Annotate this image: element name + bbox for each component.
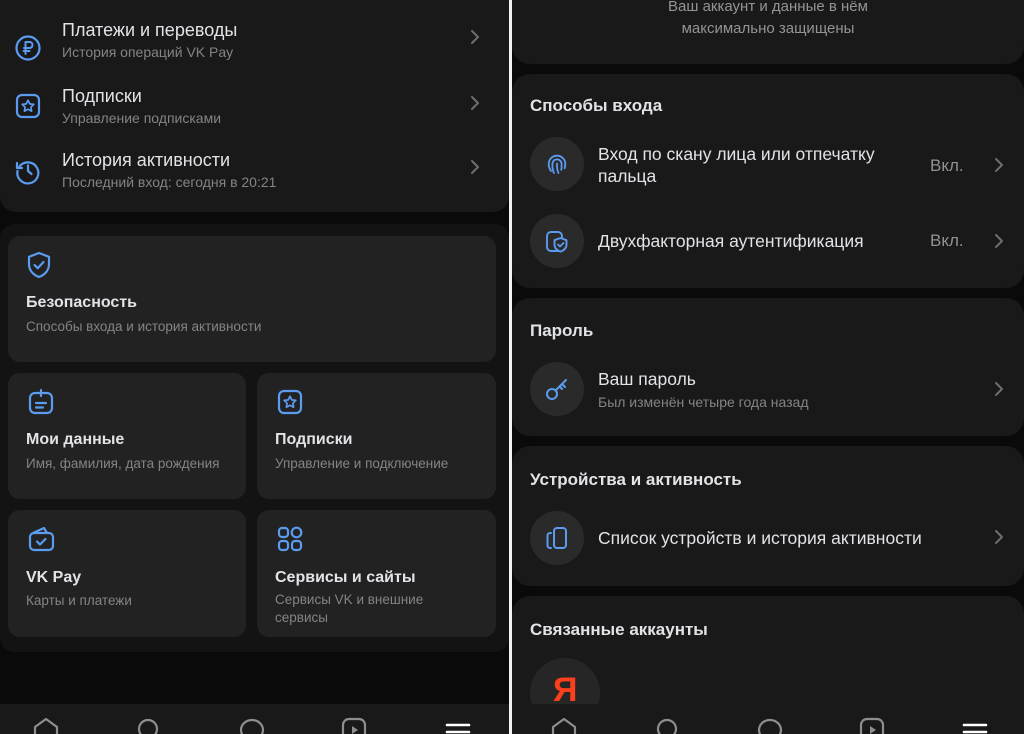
security-tile[interactable]: Безопасность Способы входа и история акт… (8, 236, 496, 362)
messages-icon[interactable] (756, 716, 784, 734)
menu-item-title: Подписки (62, 86, 142, 106)
row-title: Ваш пароль (598, 369, 696, 389)
messages-icon[interactable] (238, 716, 266, 734)
chevron-right-icon (995, 530, 1003, 544)
star-square-icon (277, 389, 303, 415)
home-icon[interactable] (32, 716, 60, 734)
vk-pay-tile[interactable]: VK Pay Карты и платежи (8, 510, 246, 637)
two-factor-shield-icon (546, 231, 568, 253)
wallet-icon (28, 526, 55, 552)
history-icon (15, 161, 40, 185)
tile-title: Сервисы и сайты (275, 569, 416, 586)
chevron-right-icon (995, 382, 1003, 396)
menu-item-payments[interactable]: Платежи и переводы История операций VK P… (0, 20, 509, 80)
chevron-right-icon (471, 160, 479, 174)
services-tile[interactable]: Сервисы и сайты Сервисы VK и внешние сер… (257, 510, 496, 637)
chevron-right-icon (995, 234, 1003, 248)
devices-icon-circle (530, 511, 584, 565)
row-status: Вкл. (930, 156, 964, 175)
tile-subtitle: Сервисы VK и внешние сервисы (275, 592, 424, 625)
clips-icon[interactable] (340, 716, 368, 734)
search-icon[interactable] (134, 716, 162, 734)
subscriptions-tile[interactable]: Подписки Управление и подключение (257, 373, 496, 499)
menu-item-subscriptions[interactable]: Подписки Управление подписками (0, 86, 509, 146)
ruble-icon (15, 35, 41, 61)
menu-icon[interactable] (444, 716, 472, 734)
star-square-icon (15, 93, 41, 119)
fingerprint-icon (547, 154, 567, 174)
shield-icon-circle (530, 214, 584, 268)
id-card-icon (28, 388, 54, 415)
tile-subtitle: Имя, фамилия, дата рождения (26, 456, 220, 471)
key-icon (546, 379, 567, 400)
my-data-tile[interactable]: Мои данные Имя, фамилия, дата рождения (8, 373, 246, 499)
row-title: Список устройств и история активности (598, 528, 922, 548)
intro-text-line1: Ваш аккаунт и данные в нём (668, 0, 868, 15)
security-intro-card: Ваш аккаунт и данные в нём максимально з… (512, 0, 1024, 64)
intro-text-line2: максимально защищены (681, 20, 855, 37)
section-heading: Способы входа (530, 96, 663, 115)
menu-item-subtitle: Последний вход: сегодня в 20:21 (62, 174, 277, 190)
section-heading: Пароль (530, 321, 594, 340)
password-card: Пароль Ваш пароль Был изменён четыре год… (512, 298, 1024, 436)
tile-subtitle: Управление и подключение (275, 456, 449, 471)
chevron-right-icon (995, 158, 1003, 172)
row-subtitle: Был изменён четыре года назад (598, 394, 809, 410)
right-screen: Ваш аккаунт и данные в нём максимально з… (512, 0, 1024, 734)
left-screen: Платежи и переводы История операций VK P… (0, 0, 509, 734)
clips-icon[interactable] (858, 716, 886, 734)
apps-grid-icon (277, 526, 303, 552)
login-methods-card: Способы входа Вход по скану лица или отп… (512, 74, 1024, 288)
tile-title: VK Pay (26, 569, 82, 586)
row-title: Двухфакторная аутентификация (598, 231, 864, 251)
menu-icon[interactable] (961, 716, 989, 734)
search-icon[interactable] (653, 716, 681, 734)
section-heading: Связанные аккаунты (530, 620, 708, 639)
section-heading: Устройства и активность (530, 470, 742, 489)
menu-item-title: История активности (62, 150, 231, 170)
row-title: Вход по скану лица или отпечатку пальца (598, 144, 875, 186)
devices-icon (546, 527, 567, 549)
menu-item-subtitle: История операций VK Pay (62, 44, 234, 60)
menu-item-activity-history[interactable]: История активности Последний вход: сегод… (0, 150, 509, 210)
key-icon-circle (530, 362, 584, 416)
tab-bar (0, 704, 509, 734)
menu-item-subtitle: Управление подписками (62, 110, 222, 126)
home-icon[interactable] (550, 716, 578, 734)
chevron-right-icon (471, 30, 479, 44)
tile-title: Подписки (275, 431, 353, 448)
fingerprint-icon-circle (530, 137, 584, 191)
tile-title: Безопасность (26, 294, 137, 311)
tab-bar (512, 704, 1024, 734)
row-status: Вкл. (930, 231, 964, 250)
chevron-right-icon (471, 96, 479, 110)
shield-check-icon (27, 251, 51, 279)
tile-subtitle: Карты и платежи (26, 593, 132, 608)
devices-card: Устройства и активность Список устройств… (512, 446, 1024, 586)
tile-title: Мои данные (26, 431, 125, 448)
menu-item-title: Платежи и переводы (62, 20, 238, 40)
tile-subtitle: Способы входа и история активности (26, 319, 262, 334)
